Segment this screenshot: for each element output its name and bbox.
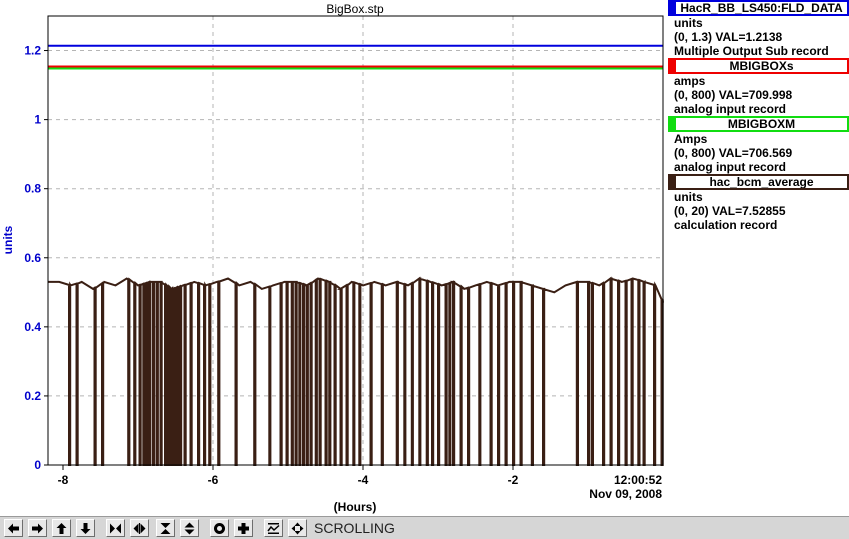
y-tick-label: 0: [34, 458, 41, 472]
add-button[interactable]: [234, 519, 253, 537]
auto-scale-icon: [214, 522, 225, 534]
chart-title: BigBox.stp: [326, 2, 384, 16]
x-tick-label: -6: [208, 473, 219, 487]
time-label: 12:00:52: [614, 473, 662, 487]
y-tick-label: 0.4: [24, 320, 41, 334]
legend-entry-bcm-average[interactable]: hac_bcm_average units (0, 20) VAL=7.5285…: [668, 174, 849, 232]
pan-up-button[interactable]: [52, 519, 71, 537]
arrow-left-icon: [8, 523, 19, 533]
legend-entry-fld-data[interactable]: HacR_BB_LS450:FLD_DATA units (0, 1.3) VA…: [668, 0, 849, 58]
add-icon: [238, 522, 249, 534]
zoom-in-horizontal-icon: [110, 523, 121, 533]
zoom-in-horizontal-button[interactable]: [106, 519, 125, 537]
scroll-status: SCROLLING: [314, 520, 395, 536]
x-axis-label: (Hours): [334, 500, 377, 514]
legend-record-type: analog input record: [674, 160, 787, 174]
legend-name: HacR_BB_LS450:FLD_DATA: [680, 1, 843, 15]
y-tick-label: 0.2: [24, 389, 41, 403]
legend: HacR_BB_LS450:FLD_DATA units (0, 1.3) VA…: [668, 0, 849, 232]
y-axis-label: units: [1, 225, 15, 254]
pan-icon: [291, 522, 304, 534]
zoom-in-vertical-button[interactable]: [156, 519, 175, 537]
toolbar: SCROLLING: [0, 516, 849, 539]
y-tick-label: 0.6: [24, 251, 41, 265]
legend-range: (0, 800) VAL=706.569: [674, 146, 793, 160]
zoom-out-horizontal-button[interactable]: [130, 519, 149, 537]
scroll-mode-button[interactable]: [264, 519, 283, 537]
pan-right-button[interactable]: [28, 519, 47, 537]
legend-entry-mbigboxm[interactable]: MBIGBOXM Amps (0, 800) VAL=706.569 analo…: [668, 116, 849, 174]
arrow-right-icon: [32, 523, 43, 533]
pan-button[interactable]: [288, 519, 307, 537]
legend-range: (0, 800) VAL=709.998: [674, 88, 793, 102]
traces: [48, 44, 664, 466]
arrow-down-icon: [80, 522, 91, 534]
legend-swatch-bcm-average[interactable]: hac_bcm_average: [668, 174, 849, 190]
date-label: Nov 09, 2008: [589, 487, 662, 501]
legend-range: (0, 1.3) VAL=1.2138: [674, 30, 783, 44]
legend-units: units: [674, 16, 703, 30]
legend-record-type: Multiple Output Sub record: [674, 44, 829, 58]
zoom-out-vertical-button[interactable]: [180, 519, 199, 537]
x-tick-label: -4: [358, 473, 369, 487]
legend-range: (0, 20) VAL=7.52855: [674, 204, 786, 218]
zoom-out-vertical-icon: [184, 522, 195, 534]
zoom-in-vertical-icon: [160, 522, 171, 534]
legend-record-type: analog input record: [674, 102, 787, 116]
legend-name: MBIGBOXs: [729, 59, 794, 73]
pan-left-button[interactable]: [4, 519, 23, 537]
legend-units: units: [674, 190, 703, 204]
legend-record-type: calculation record: [674, 218, 778, 232]
x-tick-label: -8: [58, 473, 69, 487]
legend-entry-mbigboxs[interactable]: MBIGBOXs amps (0, 800) VAL=709.998 analo…: [668, 58, 849, 116]
y-tick-label: 1.2: [24, 44, 41, 58]
pan-down-button[interactable]: [76, 519, 95, 537]
legend-name: hac_bcm_average: [709, 175, 814, 189]
arrow-up-icon: [56, 522, 67, 534]
legend-units: Amps: [674, 132, 708, 146]
zoom-out-horizontal-icon: [133, 522, 146, 534]
legend-units: amps: [674, 74, 706, 88]
scroll-mode-icon: [267, 522, 280, 534]
legend-swatch-mbigboxs[interactable]: MBIGBOXs: [668, 58, 849, 74]
auto-scale-button[interactable]: [210, 519, 229, 537]
y-tick-label: 1: [34, 113, 41, 127]
bcm-average-trace: [48, 276, 664, 466]
y-tick-label: 0.8: [24, 182, 41, 196]
legend-name: MBIGBOXM: [727, 117, 796, 131]
legend-swatch-fld-data[interactable]: HacR_BB_LS450:FLD_DATA: [668, 0, 849, 16]
x-tick-label: -2: [508, 473, 519, 487]
legend-swatch-mbigboxm[interactable]: MBIGBOXM: [668, 116, 849, 132]
